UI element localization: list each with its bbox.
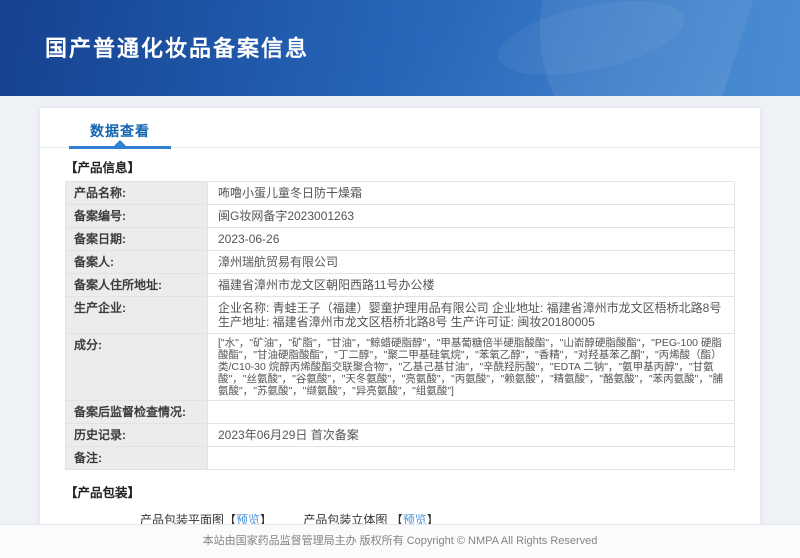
row-value (208, 401, 734, 423)
row-value: 咘噜小蛋儿童冬日防干燥霜 (208, 182, 734, 204)
content-card: 数据查看 【产品信息】 产品名称: 咘噜小蛋儿童冬日防干燥霜 备案编号: 闽G妆… (40, 108, 760, 558)
row-label: 历史记录: (66, 424, 208, 446)
table-row-ingredients: 成分: ["水"，"矿油"，"矿脂"，"甘油"，"鲸蜡硬脂醇"，"甲基葡糖倍半硬… (66, 334, 734, 401)
row-label: 生产企业: (66, 297, 208, 333)
page-footer: 本站由国家药品监督管理局主办 版权所有 Copyright © NMPA All… (0, 524, 800, 558)
page-banner: 国产普通化妆品备案信息 (0, 0, 800, 96)
footer-copyright-text: 本站由国家药品监督管理局主办 版权所有 Copyright © NMPA All… (203, 535, 598, 547)
card-content: 【产品信息】 产品名称: 咘噜小蛋儿童冬日防干燥霜 备案编号: 闽G妆网备字20… (40, 148, 760, 558)
row-label: 产品名称: (66, 182, 208, 204)
table-row-post-supervision: 备案后监督检查情况: (66, 401, 734, 424)
row-label: 备注: (66, 447, 208, 469)
section-product-info-label: 【产品信息】 (65, 157, 735, 176)
tab-data-view[interactable]: 数据查看 (90, 121, 150, 141)
row-label: 备案人: (66, 251, 208, 273)
row-value: 福建省漳州市龙文区朝阳西路11号办公楼 (208, 274, 734, 296)
row-value (208, 447, 734, 469)
row-label: 备案编号: (66, 205, 208, 227)
row-label: 成分: (66, 334, 208, 400)
section-product-package-label: 【产品包装】 (65, 482, 735, 501)
table-row-registrant-address: 备案人住所地址: 福建省漳州市龙文区朝阳西路11号办公楼 (66, 274, 734, 297)
table-row-history: 历史记录: 2023年06月29日 首次备案 (66, 424, 734, 447)
table-row-registration-number: 备案编号: 闽G妆网备字2023001263 (66, 205, 734, 228)
table-row-remarks: 备注: (66, 447, 734, 470)
row-value: ["水"，"矿油"，"矿脂"，"甘油"，"鲸蜡硬脂醇"，"甲基葡糖倍半硬脂酸酯"… (208, 334, 734, 400)
product-info-table: 产品名称: 咘噜小蛋儿童冬日防干燥霜 备案编号: 闽G妆网备字202300126… (65, 181, 735, 470)
row-label: 备案后监督检查情况: (66, 401, 208, 423)
tab-active-underline (69, 146, 171, 149)
row-value: 企业名称: 青蛙王子（福建）婴童护理用品有限公司 企业地址: 福建省漳州市龙文区… (208, 297, 734, 333)
row-label: 备案日期: (66, 228, 208, 250)
table-row-registrant: 备案人: 漳州瑞航贸易有限公司 (66, 251, 734, 274)
tab-bar: 数据查看 (40, 108, 760, 148)
row-value: 漳州瑞航贸易有限公司 (208, 251, 734, 273)
row-value: 2023年06月29日 首次备案 (208, 424, 734, 446)
table-row-product-name: 产品名称: 咘噜小蛋儿童冬日防干燥霜 (66, 182, 734, 205)
row-value: 2023-06-26 (208, 228, 734, 250)
table-row-manufacturer: 生产企业: 企业名称: 青蛙王子（福建）婴童护理用品有限公司 企业地址: 福建省… (66, 297, 734, 334)
page-title: 国产普通化妆品备案信息 (45, 31, 309, 63)
row-value: 闽G妆网备字2023001263 (208, 205, 734, 227)
row-label: 备案人住所地址: (66, 274, 208, 296)
table-row-registration-date: 备案日期: 2023-06-26 (66, 228, 734, 251)
